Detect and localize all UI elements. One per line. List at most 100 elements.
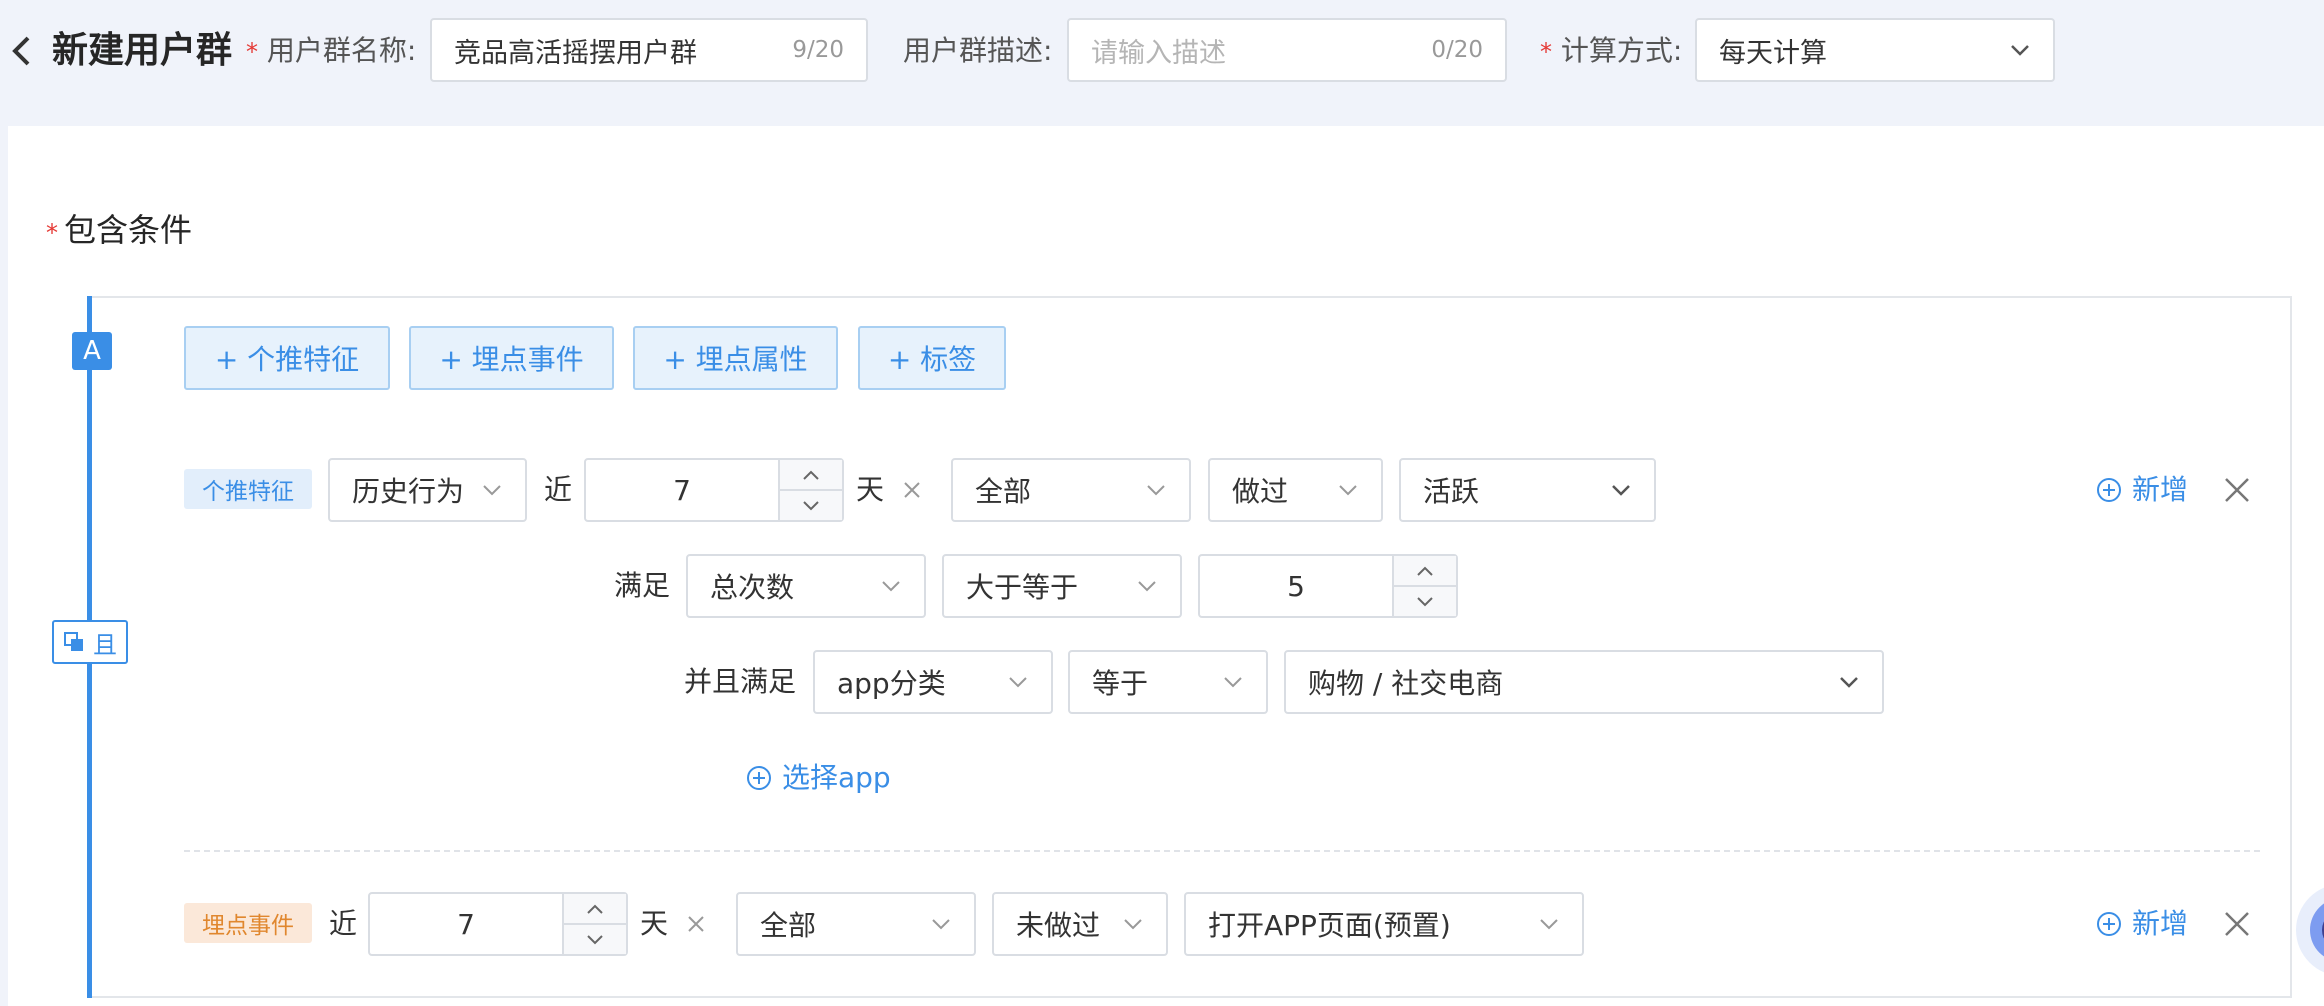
- action-value: 做过: [1232, 475, 1289, 508]
- group-desc-input[interactable]: 请输入描述 0/20: [1067, 18, 1507, 82]
- scope-select[interactable]: 全部: [951, 458, 1191, 522]
- event-value: 打开APP页面(预置): [1208, 909, 1451, 942]
- calc-label: * 计算方式:: [1540, 31, 1682, 72]
- desc-label: 用户群描述:: [903, 34, 1053, 67]
- field-value-text: 购物 / 社交电商: [1308, 667, 1504, 700]
- days-value: 7: [673, 473, 691, 507]
- name-label-text: 用户群名称:: [266, 34, 417, 67]
- operator-select[interactable]: 大于等于: [942, 554, 1182, 618]
- chevron-down-icon: [483, 485, 501, 496]
- day-unit-label: 天: [640, 907, 669, 940]
- chevron-down-icon: [1417, 596, 1433, 606]
- select-app-link[interactable]: 选择app: [746, 758, 891, 798]
- threshold-value: 5: [1287, 569, 1305, 603]
- plus-circle-icon: [2097, 912, 2121, 936]
- operator-value: 大于等于: [966, 571, 1079, 604]
- metric-select[interactable]: 总次数: [686, 554, 926, 618]
- add-track-property-button[interactable]: + 埋点属性: [633, 326, 838, 390]
- clear-icon[interactable]: [900, 478, 924, 502]
- add-getui-feature-button[interactable]: + 个推特征: [184, 326, 390, 390]
- chevron-down-icon: [2011, 45, 2029, 56]
- action-select[interactable]: 做过: [1208, 458, 1383, 522]
- field-operator-select[interactable]: 等于: [1068, 650, 1268, 714]
- field-select[interactable]: app分类: [813, 650, 1053, 714]
- select-app-label: 选择app: [782, 761, 891, 794]
- group-name-input[interactable]: 竞品高活摇摆用户群 9/20: [430, 18, 868, 82]
- assistant-orb-icon[interactable]: [2290, 870, 2324, 990]
- increment-button[interactable]: [564, 894, 626, 923]
- chevron-down-icon: [587, 934, 603, 944]
- section-title: * 包含条件: [46, 208, 192, 255]
- chevron-up-icon: [1417, 566, 1433, 576]
- decrement-button[interactable]: [780, 489, 842, 520]
- desc-char-count: 0/20: [1431, 37, 1483, 63]
- desc-placeholder: 请输入描述: [1091, 37, 1226, 69]
- scope-value: 全部: [975, 475, 1032, 508]
- scope-value: 全部: [760, 909, 817, 942]
- logic-toggle-and[interactable]: 且: [52, 620, 128, 664]
- chevron-down-icon: [1840, 677, 1858, 688]
- behavior-select[interactable]: 历史行为: [328, 458, 527, 522]
- state-select[interactable]: 活跃: [1399, 458, 1656, 522]
- stepper-buttons: [778, 460, 842, 520]
- chevron-down-icon: [1612, 485, 1630, 496]
- chevron-down-icon: [882, 581, 900, 592]
- stepper-buttons: [562, 894, 626, 954]
- rule-divider: [184, 850, 2260, 852]
- chevron-down-icon: [932, 919, 950, 930]
- field-value-select[interactable]: 购物 / 社交电商: [1284, 650, 1884, 714]
- threshold-stepper[interactable]: 5: [1198, 554, 1458, 618]
- add-condition-label: 新增: [2132, 907, 2189, 940]
- name-char-count: 9/20: [792, 37, 844, 63]
- delete-rule-icon[interactable]: [2222, 909, 2252, 939]
- chevron-down-icon: [803, 500, 819, 510]
- rule-type-tag: 埋点事件: [184, 903, 312, 943]
- chevron-down-icon: [1138, 581, 1156, 592]
- satisfy-label: 满足: [614, 569, 671, 602]
- calc-label-text: 计算方式:: [1560, 34, 1683, 67]
- day-unit-label: 天: [856, 473, 885, 506]
- page-title: 新建用户群: [52, 30, 233, 71]
- add-condition-link[interactable]: 新增: [2096, 470, 2188, 510]
- days-stepper[interactable]: 7: [584, 458, 844, 522]
- calc-method-select[interactable]: 每天计算: [1695, 18, 2055, 82]
- behavior-value: 历史行为: [352, 475, 465, 508]
- chevron-down-icon: [1009, 677, 1027, 688]
- add-condition-link[interactable]: 新增: [2096, 904, 2188, 944]
- event-select[interactable]: 打开APP页面(预置): [1184, 892, 1584, 956]
- plus-circle-icon: [2097, 478, 2121, 502]
- add-track-event-button[interactable]: + 埋点事件: [409, 326, 614, 390]
- action-value: 未做过: [1016, 909, 1101, 942]
- clear-icon[interactable]: [684, 912, 708, 936]
- decrement-button[interactable]: [564, 923, 626, 954]
- action-select[interactable]: 未做过: [992, 892, 1168, 956]
- chevron-down-icon: [1224, 677, 1242, 688]
- calc-method-value: 每天计算: [1719, 37, 1827, 69]
- add-tag-button[interactable]: + 标签: [858, 326, 1006, 390]
- metric-value: 总次数: [710, 571, 795, 604]
- scope-select[interactable]: 全部: [736, 892, 976, 956]
- chevron-down-icon: [1339, 485, 1357, 496]
- increment-button[interactable]: [780, 460, 842, 489]
- name-label: * 用户群名称:: [246, 31, 416, 72]
- delete-rule-icon[interactable]: [2222, 475, 2252, 505]
- plus-circle-icon: [747, 766, 771, 790]
- near-label: 近: [544, 473, 573, 506]
- field-operator-value: 等于: [1092, 667, 1149, 700]
- group-name-value: 竞品高活摇摆用户群: [454, 37, 697, 69]
- rule-type-tag: 个推特征: [184, 469, 312, 509]
- chevron-down-icon: [1540, 919, 1558, 930]
- switch-logic-icon: [64, 632, 83, 651]
- required-mark: *: [1540, 38, 1552, 66]
- logic-label: 且: [93, 630, 117, 659]
- chevron-left-icon: [12, 36, 30, 66]
- chevron-up-icon: [587, 904, 603, 914]
- section-title-text: 包含条件: [64, 211, 193, 249]
- days-stepper[interactable]: 7: [368, 892, 628, 956]
- near-label: 近: [329, 907, 358, 940]
- decrement-button[interactable]: [1394, 585, 1456, 616]
- stepper-buttons: [1392, 556, 1456, 616]
- state-value: 活跃: [1423, 475, 1480, 508]
- increment-button[interactable]: [1394, 556, 1456, 585]
- back-button[interactable]: [8, 30, 34, 72]
